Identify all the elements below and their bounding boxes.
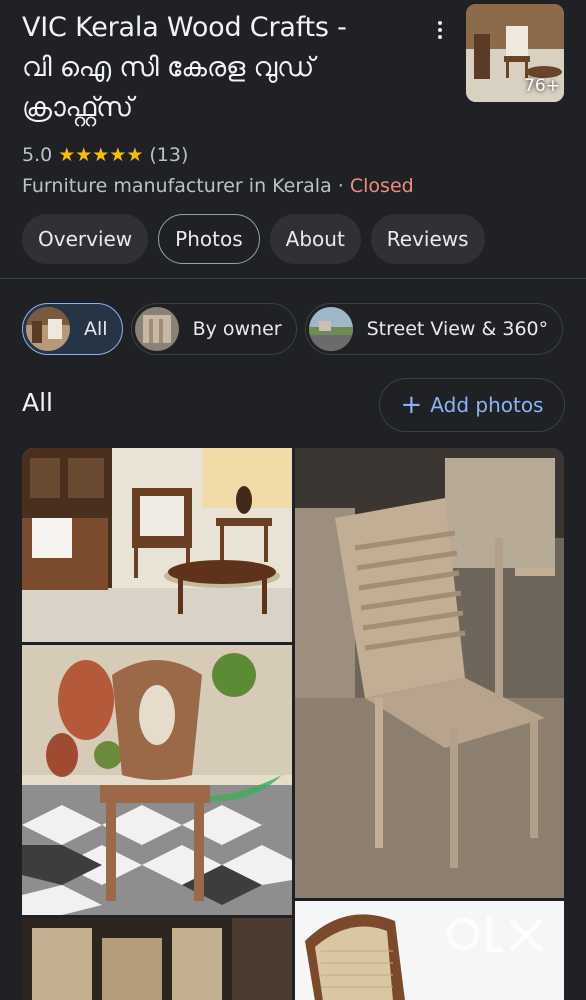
chip-owner-thumbnail xyxy=(134,307,179,351)
photo-wood-panels[interactable] xyxy=(22,918,292,1000)
chip-street-view[interactable]: Street View & 360° xyxy=(304,303,564,355)
chip-all-label: All xyxy=(84,318,108,340)
place-tabs: Overview Photos About Reviews xyxy=(22,214,485,264)
category-text: Furniture manufacturer in Kerala xyxy=(22,175,332,197)
more-options-icon[interactable] xyxy=(428,18,452,42)
chip-by-owner[interactable]: By owner xyxy=(130,303,297,355)
tab-about[interactable]: About xyxy=(269,214,361,264)
chip-by-owner-label: By owner xyxy=(192,318,282,340)
place-photos-screen: VIC Kerala Wood Crafts - വി ഐ സി കേരള വു… xyxy=(0,0,586,1000)
tab-overview[interactable]: Overview xyxy=(22,214,149,264)
place-thumbnail[interactable]: 76+ xyxy=(466,4,564,102)
divider xyxy=(0,278,586,279)
photo-count: 76+ xyxy=(524,76,560,96)
rating-value: 5.0 xyxy=(22,144,53,166)
place-header: VIC Kerala Wood Crafts - വി ഐ സി കേരള വു… xyxy=(22,8,442,128)
star-rating-icon: ★★★★★ xyxy=(58,144,144,166)
chip-street-thumbnail xyxy=(308,307,353,351)
place-title-ml-line2: ക്രാഫ്റ്റ്സ് xyxy=(22,92,133,123)
separator: · xyxy=(337,175,344,197)
tab-reviews[interactable]: Reviews xyxy=(370,214,485,264)
category-row: Furniture manufacturer in Kerala · Close… xyxy=(22,175,414,197)
chip-all-thumbnail xyxy=(26,307,70,351)
photo-living-room[interactable] xyxy=(22,448,292,642)
photo-workshop-chair[interactable] xyxy=(295,448,564,898)
photo-carved-chair[interactable] xyxy=(22,645,292,915)
add-photos-button[interactable]: + Add photos xyxy=(379,378,565,432)
chip-all[interactable]: All xyxy=(22,303,123,355)
plus-icon: + xyxy=(400,390,423,420)
section-title: All xyxy=(22,388,53,417)
place-title-en: VIC Kerala Wood Crafts - xyxy=(22,12,347,43)
add-photos-label: Add photos xyxy=(430,393,544,417)
chip-street-view-label: Street View & 360° xyxy=(366,318,549,340)
olx-watermark-logo xyxy=(445,906,555,962)
tab-photos[interactable]: Photos xyxy=(158,214,260,264)
rating-row[interactable]: 5.0 ★★★★★ (13) xyxy=(22,144,188,166)
photo-filter-chips: All By owner Street View & 360° xyxy=(22,303,564,355)
place-title-ml-line1: വി ഐ സി കേരള വുഡ് xyxy=(22,52,315,83)
open-status: Closed xyxy=(349,175,414,197)
review-count: (13) xyxy=(149,144,189,166)
